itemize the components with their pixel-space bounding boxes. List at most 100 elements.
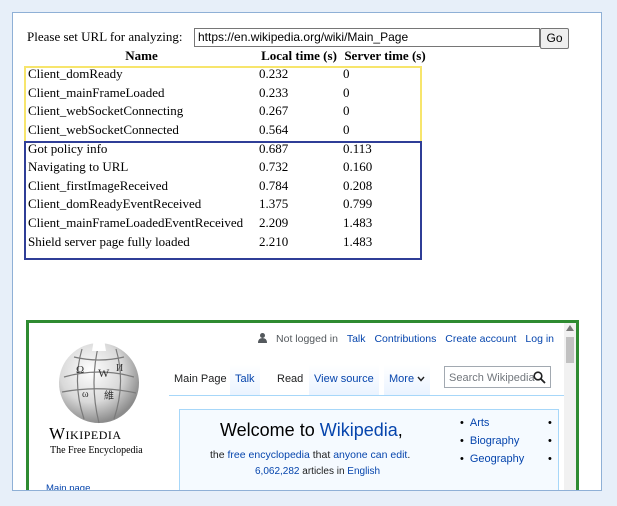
tab-talk[interactable]: Talk bbox=[230, 365, 260, 395]
free-encyclopedia-link[interactable]: free encyclopedia bbox=[228, 449, 310, 461]
more-portal-bullets: • • • bbox=[548, 414, 552, 468]
table-row: Client_webSocketConnected 0.564 0 bbox=[26, 121, 429, 140]
more-label: More bbox=[389, 373, 415, 385]
table-row: Shield server page fully loaded 2.210 1.48… bbox=[26, 232, 429, 251]
local-time: 0.233 bbox=[259, 84, 289, 100]
url-label: Please set URL for analyzing: bbox=[27, 29, 183, 44]
welcome-heading: Welcome to Wikipedia, bbox=[220, 420, 403, 441]
go-button[interactable]: Go bbox=[540, 28, 569, 49]
english-link[interactable]: English bbox=[347, 466, 380, 477]
tab-view-source[interactable]: View source bbox=[309, 365, 379, 395]
event-name: Got policy info bbox=[28, 140, 108, 156]
local-time: 1.375 bbox=[259, 196, 289, 212]
page-preview[interactable]: Not logged in Talk Contributions Create … bbox=[26, 320, 579, 490]
log-in-link[interactable]: Log in bbox=[525, 333, 554, 345]
welcome-box: Welcome to Wikipedia, the free encyclope… bbox=[179, 409, 559, 490]
portal-geography-link[interactable]: Geography bbox=[470, 453, 524, 465]
sub-the: the bbox=[210, 449, 228, 461]
server-time: 1.483 bbox=[343, 215, 373, 231]
list-item: • Arts bbox=[460, 417, 490, 429]
sidebar-item-main-page[interactable]: Main page bbox=[46, 483, 90, 490]
wikipedia-tagline: The Free Encyclopedia bbox=[50, 445, 143, 456]
server-time: 0 bbox=[343, 122, 350, 138]
list-item: • Biography bbox=[460, 435, 520, 447]
local-time: 0.784 bbox=[259, 177, 289, 193]
bullet-icon: • bbox=[548, 417, 552, 429]
event-name: Client_mainFrameLoadedEventReceived bbox=[28, 215, 244, 231]
table-row: Client_mainFrameLoaded 0.233 0 bbox=[26, 84, 429, 103]
event-name: Shield server page fully loaded bbox=[28, 233, 190, 249]
local-time: 0.232 bbox=[259, 66, 289, 82]
event-name: Client_mainFrameLoaded bbox=[28, 84, 165, 100]
table-row: Client_domReady 0.232 0 bbox=[26, 65, 429, 84]
welcome-suffix: , bbox=[397, 420, 403, 440]
anyone-can-edit-link[interactable]: anyone can edit bbox=[333, 449, 407, 461]
tab-more[interactable]: More bbox=[384, 365, 431, 395]
list-item: • Geography bbox=[460, 453, 525, 465]
analyzer-panel: Please set URL for analyzing: https://en… bbox=[12, 12, 602, 491]
not-logged-in-text: Not logged in bbox=[276, 333, 338, 345]
wikipedia-link[interactable]: Wikipedia bbox=[320, 420, 398, 440]
table-row: Navigating to URL 0.732 0.160 bbox=[26, 158, 429, 177]
bullet-icon: • bbox=[548, 435, 552, 447]
table-row: Client_firstImageReceived 0.784 0.208 bbox=[26, 177, 429, 196]
wordmark-text: Wikipedia bbox=[49, 424, 122, 443]
search-icon[interactable] bbox=[533, 371, 546, 384]
portal-arts-link[interactable]: Arts bbox=[470, 417, 490, 429]
local-time: 2.210 bbox=[259, 233, 289, 249]
user-icon bbox=[258, 333, 268, 343]
column-header-name: Name bbox=[125, 48, 158, 63]
event-name: Client_webSocketConnected bbox=[28, 122, 179, 138]
local-time: 2.209 bbox=[259, 215, 289, 231]
tab-main-page[interactable]: Main Page bbox=[169, 365, 232, 395]
welcome-subtitle: the free encyclopedia that anyone can ed… bbox=[210, 449, 410, 461]
table-row: Got policy info 0.687 0.113 bbox=[26, 139, 429, 158]
server-time: 0.113 bbox=[343, 140, 372, 156]
preview-scrollbar[interactable] bbox=[564, 323, 576, 490]
table-row: Client_domReadyEventReceived 1.375 0.799 bbox=[26, 195, 429, 214]
server-time: 1.483 bbox=[343, 233, 373, 249]
server-time: 0.208 bbox=[343, 177, 373, 193]
scroll-up-arrow-icon[interactable] bbox=[566, 325, 574, 331]
url-input[interactable]: https://en.wikipedia.org/wiki/Main_Page bbox=[194, 28, 540, 47]
server-time: 0 bbox=[343, 103, 350, 119]
sub-that: that bbox=[309, 449, 334, 461]
svg-text:И: И bbox=[116, 363, 123, 374]
article-count-link[interactable]: 6,062,282 bbox=[255, 466, 300, 477]
timing-table: Name Local time (s) Server time (s) Clie… bbox=[26, 47, 429, 251]
wikipedia-globe-logo[interactable]: Ω W И ω 維 bbox=[54, 337, 144, 427]
table-header-row: Name Local time (s) Server time (s) bbox=[26, 47, 429, 65]
svg-text:W: W bbox=[98, 366, 110, 380]
welcome-prefix: Welcome to bbox=[220, 420, 320, 440]
table-row: Client_webSocketConnecting 0.267 0 bbox=[26, 102, 429, 121]
portal-biography-link[interactable]: Biography bbox=[470, 435, 520, 447]
article-count-line: 6,062,282 articles in English bbox=[255, 466, 380, 477]
table-row: Client_mainFrameLoadedEventReceived 2.209… bbox=[26, 214, 429, 233]
contributions-link[interactable]: Contributions bbox=[374, 333, 436, 345]
event-name: Client_domReady bbox=[28, 66, 123, 82]
search-placeholder: Search Wikipedia bbox=[449, 372, 535, 384]
bullet-icon: • bbox=[548, 453, 552, 465]
svg-text:Ω: Ω bbox=[76, 364, 84, 376]
server-time: 0.160 bbox=[343, 159, 373, 175]
search-input[interactable]: Search Wikipedia bbox=[444, 366, 551, 388]
talk-link[interactable]: Talk bbox=[347, 333, 366, 345]
event-name: Navigating to URL bbox=[28, 159, 129, 175]
scrollbar-thumb[interactable] bbox=[566, 337, 574, 363]
create-account-link[interactable]: Create account bbox=[445, 333, 516, 345]
wikipedia-wordmark: Wikipedia bbox=[49, 424, 122, 444]
local-time: 0.267 bbox=[259, 103, 289, 119]
server-time: 0 bbox=[343, 66, 350, 82]
event-name: Client_domReadyEventReceived bbox=[28, 196, 202, 212]
tab-read[interactable]: Read bbox=[272, 365, 309, 395]
chevron-down-icon bbox=[417, 376, 425, 382]
svg-text:ω: ω bbox=[82, 389, 89, 400]
articles-in-text: articles in bbox=[299, 466, 348, 477]
server-time: 0.799 bbox=[343, 196, 373, 212]
svg-text:維: 維 bbox=[104, 389, 114, 402]
portal-list: • Arts • Biography • Geography bbox=[460, 414, 524, 468]
sub-period: . bbox=[407, 449, 411, 461]
server-time: 0 bbox=[343, 84, 350, 100]
local-time: 0.687 bbox=[259, 140, 289, 156]
user-links: Not logged in Talk Contributions Create … bbox=[258, 333, 554, 345]
